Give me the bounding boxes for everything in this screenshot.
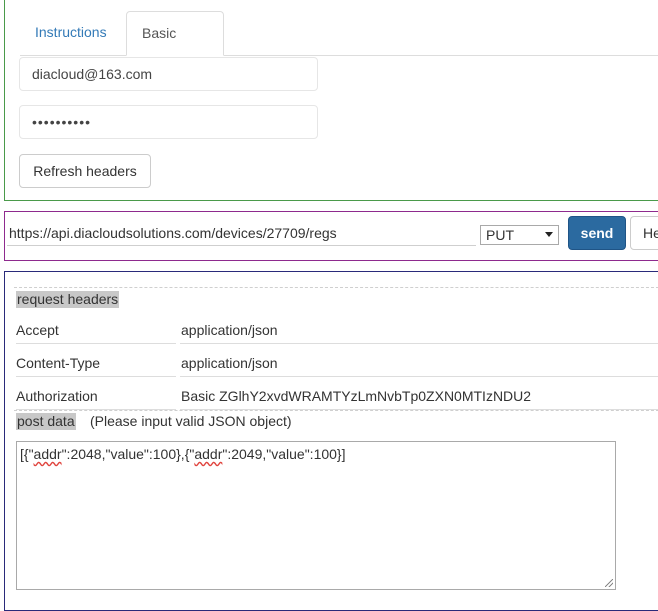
- json-text: addr: [33, 446, 62, 462]
- method-select[interactable]: PUT: [480, 225, 559, 245]
- resize-handle-icon[interactable]: [605, 579, 613, 587]
- json-text: ":2049,"value":100}]: [222, 446, 346, 462]
- tab-basic-auth[interactable]: Basic Auth: [126, 11, 224, 83]
- auth-panel: Instructions Basic Auth Refresh headers: [4, 0, 658, 201]
- method-select-value: PUT: [486, 227, 514, 243]
- header-name-authorization: Authorization: [16, 383, 176, 410]
- help-button[interactable]: Help: [630, 216, 658, 250]
- divider: [14, 287, 658, 288]
- post-data-title: post data: [16, 413, 76, 430]
- json-text: ":2048,"value":100},{": [61, 446, 195, 462]
- post-data-hint: (Please input valid JSON object): [90, 413, 292, 429]
- post-data-textarea[interactable]: [{"addr":2048,"value":100},{"addr":2049,…: [16, 441, 616, 590]
- header-value-authorization[interactable]: Basic ZGlhY2xvdWRAMTYzLmNvbTp0ZXN0MTIzND…: [180, 383, 658, 410]
- json-text: addr: [194, 446, 223, 462]
- header-value-accept[interactable]: application/json: [180, 317, 658, 344]
- header-name-content-type: Content-Type: [16, 350, 176, 377]
- dropdown-arrow-icon: [545, 232, 553, 237]
- auth-tabs: Instructions Basic Auth: [20, 11, 658, 83]
- request-headers-title: request headers: [16, 291, 120, 308]
- header-value-content-type[interactable]: application/json: [180, 350, 658, 377]
- refresh-headers-button[interactable]: Refresh headers: [19, 154, 151, 188]
- url-input[interactable]: [7, 220, 476, 246]
- divider: [14, 410, 658, 411]
- username-field[interactable]: [19, 57, 318, 91]
- json-text: [{": [20, 446, 34, 462]
- tab-instructions[interactable]: Instructions: [20, 11, 126, 55]
- request-details-panel: request headers Accept application/json …: [4, 271, 658, 611]
- header-name-accept: Accept: [16, 317, 176, 344]
- password-field[interactable]: [19, 105, 318, 139]
- send-button[interactable]: send: [568, 216, 626, 250]
- request-bar: PUT send Help: [4, 211, 658, 261]
